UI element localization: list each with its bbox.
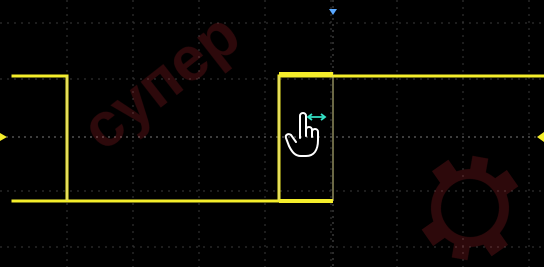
grid-horizontal-lines	[0, 22, 544, 248]
channel-level-marker-left[interactable]	[0, 133, 7, 141]
trigger-position-marker[interactable]	[329, 9, 337, 15]
oscilloscope-screen[interactable]: супер	[0, 0, 544, 267]
channel-level-marker-right[interactable]	[537, 132, 544, 142]
horizontal-arrow-icon	[306, 113, 327, 121]
grid	[0, 0, 544, 267]
watermark-text: супер	[69, 0, 252, 164]
hand-drag-horizontal-icon	[284, 112, 327, 157]
waveform-display[interactable]: супер	[0, 0, 544, 267]
